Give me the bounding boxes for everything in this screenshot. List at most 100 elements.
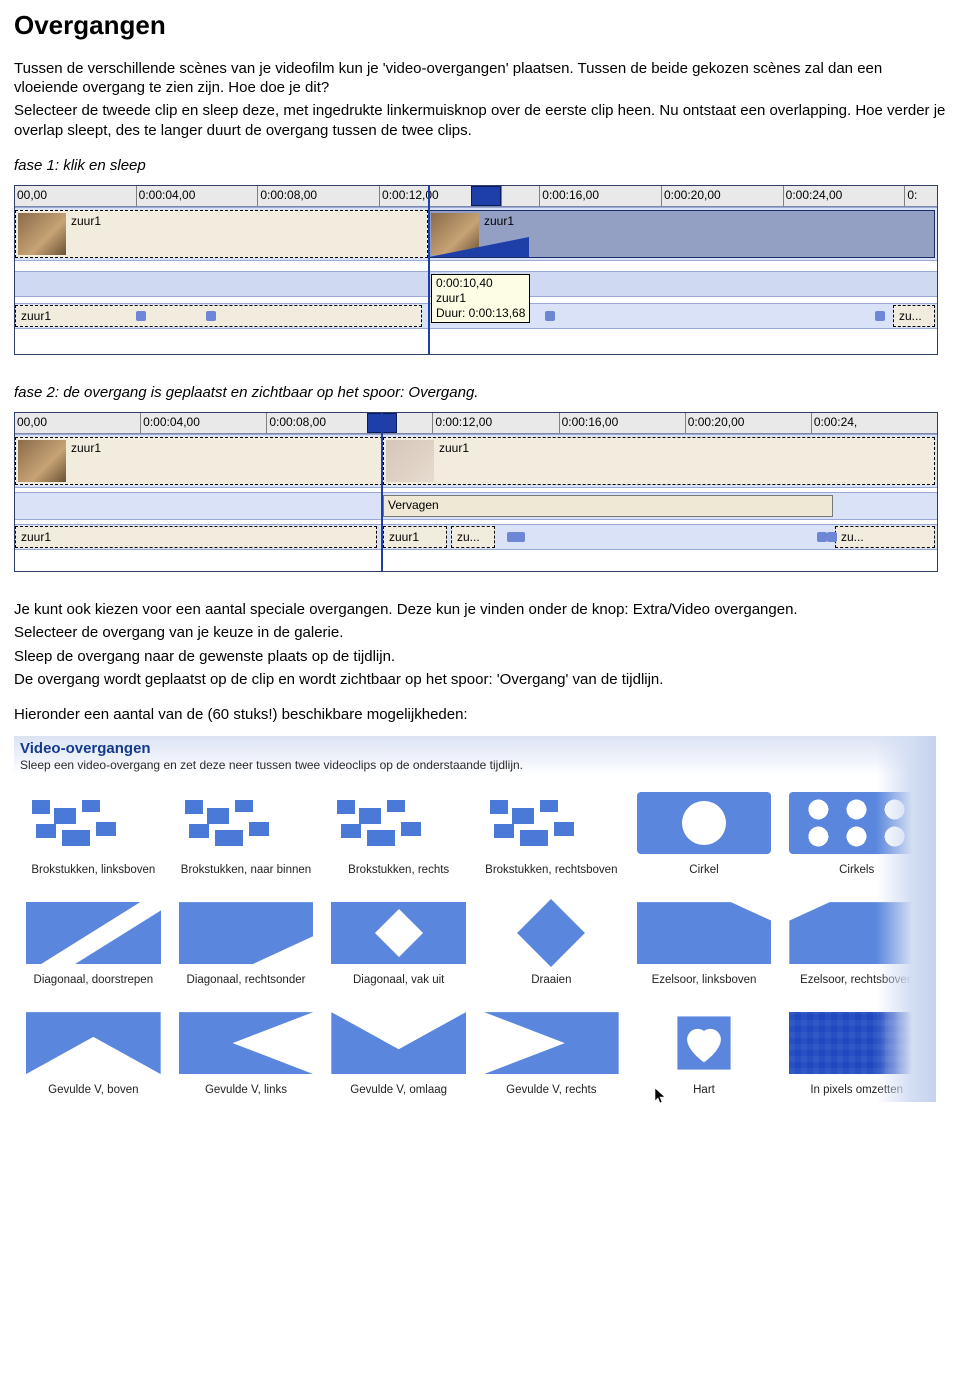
clip-right[interactable]: zuur1: [383, 437, 935, 485]
clip-left[interactable]: zuur1: [15, 437, 383, 485]
ruler-tick: 0:00:16,00: [539, 186, 661, 206]
audio-track[interactable]: zuur1 zuur1 zu... zu...: [15, 524, 937, 550]
transition-label: Gevulde V, rechts: [480, 1084, 623, 1096]
timeline-fase2[interactable]: 00,00 0:00:04,00 0:00:08,00 0:00:12,00 0…: [14, 412, 938, 572]
clip-label: zuur1: [71, 441, 101, 455]
transition-item[interactable]: Brokstukken, rechtsboven: [480, 788, 623, 876]
intro-paragraph-1: Tussen de verschillende scènes van je vi…: [14, 59, 946, 97]
playhead-line: [381, 413, 383, 571]
video-track[interactable]: zuur1 zuur1: [15, 434, 937, 488]
transition-thumb: [327, 788, 470, 858]
audio-clip-right[interactable]: zu...: [893, 305, 935, 327]
gallery-subtitle: Sleep een video-overgang en zet deze nee…: [20, 758, 930, 772]
gallery-grid: Brokstukken, linksboven Brokstukken, naa…: [14, 774, 936, 1102]
video-track[interactable]: zuur1 zuur1: [15, 207, 937, 261]
clip-thumb: [386, 440, 434, 482]
transition-item[interactable]: Brokstukken, linksboven: [22, 788, 165, 876]
para-special-1: Je kunt ook kiezen voor een aantal speci…: [14, 600, 946, 619]
gallery-header: Video-overgangen Sleep een video-overgan…: [14, 736, 936, 774]
clip-label: zuur1: [439, 441, 469, 455]
clip-right-selected[interactable]: zuur1: [428, 210, 935, 258]
audio-clip-label: zuur1: [21, 309, 51, 323]
clip-thumb: [18, 213, 66, 255]
gallery-title: Video-overgangen: [20, 740, 930, 757]
transition-label: Cirkel: [633, 864, 776, 876]
transition-label: Diagonaal, rechtsonder: [175, 974, 318, 986]
transition-item[interactable]: Cirkel: [633, 788, 776, 876]
transition-label: Diagonaal, vak uit: [327, 974, 470, 986]
transition-label: Gevulde V, links: [175, 1084, 318, 1096]
fase2-caption: fase 2: de overgang is geplaatst en zich…: [14, 383, 946, 402]
transition-label: Gevulde V, omlaag: [327, 1084, 470, 1096]
ruler-tick: 0:00:20,00: [685, 413, 811, 433]
ruler-tick: 0:: [904, 186, 937, 206]
para-below: Hieronder een aantal van de (60 stuks!) …: [14, 705, 946, 724]
transition-thumb: [175, 788, 318, 858]
audio-clip-left[interactable]: zuur1: [15, 305, 422, 327]
ruler: 00,00 0:00:04,00 0:00:08,00 0:00:12,00 0…: [15, 413, 937, 434]
gallery-side-fade: [876, 736, 936, 1102]
para-special-4: De overgang wordt geplaatst op de clip e…: [14, 670, 946, 689]
cursor-icon: [654, 1088, 668, 1106]
page-title: Overgangen: [14, 10, 946, 41]
audio-clip[interactable]: zuur1: [383, 526, 447, 548]
para-special-2: Selecteer de overgang van je keuze in de…: [14, 623, 946, 642]
transition-thumb: [327, 898, 470, 968]
para-special-3: Sleep de overgang naar de gewenste plaat…: [14, 647, 946, 666]
transition-item[interactable]: Diagonaal, vak uit: [327, 898, 470, 986]
transition-item[interactable]: Gevulde V, boven: [22, 1008, 165, 1096]
clip-left[interactable]: zuur1: [15, 210, 428, 258]
transition-thumb: [633, 788, 776, 858]
transition-thumb: [175, 898, 318, 968]
transition-item[interactable]: Gevulde V, omlaag: [327, 1008, 470, 1096]
audio-clip[interactable]: zuur1: [15, 526, 377, 548]
timeline-fase1[interactable]: 00,00 0:00:04,00 0:00:08,00 0:00:12,00 0…: [14, 185, 938, 355]
transition-thumb: [327, 1008, 470, 1078]
transition-thumb: [22, 1008, 165, 1078]
audio-label: zuur1: [21, 530, 51, 544]
ruler-tick: 00,00: [15, 186, 136, 206]
transition-item[interactable]: Diagonaal, rechtsonder: [175, 898, 318, 986]
transition-item[interactable]: Diagonaal, doorstrepen: [22, 898, 165, 986]
transition-clip[interactable]: Vervagen: [383, 495, 833, 517]
transition-label: Brokstukken, rechtsboven: [480, 864, 623, 876]
transition-item[interactable]: Brokstukken, rechts: [327, 788, 470, 876]
transitions-gallery: Video-overgangen Sleep een video-overgan…: [14, 736, 936, 1102]
audio-label: zu...: [841, 530, 864, 544]
clip-label: zuur1: [484, 214, 514, 228]
ruler-tick: 0:00:24,: [811, 413, 937, 433]
playhead-handle[interactable]: [471, 186, 501, 206]
audio-clip-label: zu...: [899, 309, 922, 323]
audio-label: zuur1: [389, 530, 419, 544]
transition-label: Diagonaal, doorstrepen: [22, 974, 165, 986]
transition-item[interactable]: Gevulde V, links: [175, 1008, 318, 1096]
clip-label: zuur1: [71, 214, 101, 228]
ruler-tick: 0:00:24,00: [783, 186, 905, 206]
ruler-tick: 0:00:08,00: [257, 186, 379, 206]
transition-item[interactable]: Ezelsoor, linksboven: [633, 898, 776, 986]
transition-thumb: [480, 898, 623, 968]
audio-label: zu...: [457, 530, 480, 544]
intro-paragraph-2: Selecteer de tweede clip en sleep deze, …: [14, 101, 946, 139]
ruler-tick: 00,00: [15, 413, 140, 433]
ruler-tick: [392, 413, 432, 433]
transition-item[interactable]: Gevulde V, rechts: [480, 1008, 623, 1096]
transition-label: Gevulde V, boven: [22, 1084, 165, 1096]
transition-item[interactable]: Brokstukken, naar binnen: [175, 788, 318, 876]
transition-thumb: [22, 898, 165, 968]
ruler-tick: 0:00:04,00: [140, 413, 266, 433]
audio-clip[interactable]: zu...: [451, 526, 495, 548]
transition-track[interactable]: Vervagen: [15, 492, 937, 520]
transition-label: Brokstukken, naar binnen: [175, 864, 318, 876]
audio-clip[interactable]: zu...: [835, 526, 935, 548]
transition-thumb: [480, 1008, 623, 1078]
clip-thumb: [18, 440, 66, 482]
ruler-tick: [501, 186, 540, 206]
ruler-tick: 0:00:20,00: [661, 186, 783, 206]
transition-thumb: [480, 788, 623, 858]
transition-item[interactable]: Draaien: [480, 898, 623, 986]
drag-tooltip: 0:00:10,40 zuur1 Duur: 0:00:13,68: [431, 274, 530, 323]
transition-item[interactable]: Hart: [633, 1008, 776, 1096]
transition-thumb: [22, 788, 165, 858]
transition-label: Brokstukken, linksboven: [22, 864, 165, 876]
